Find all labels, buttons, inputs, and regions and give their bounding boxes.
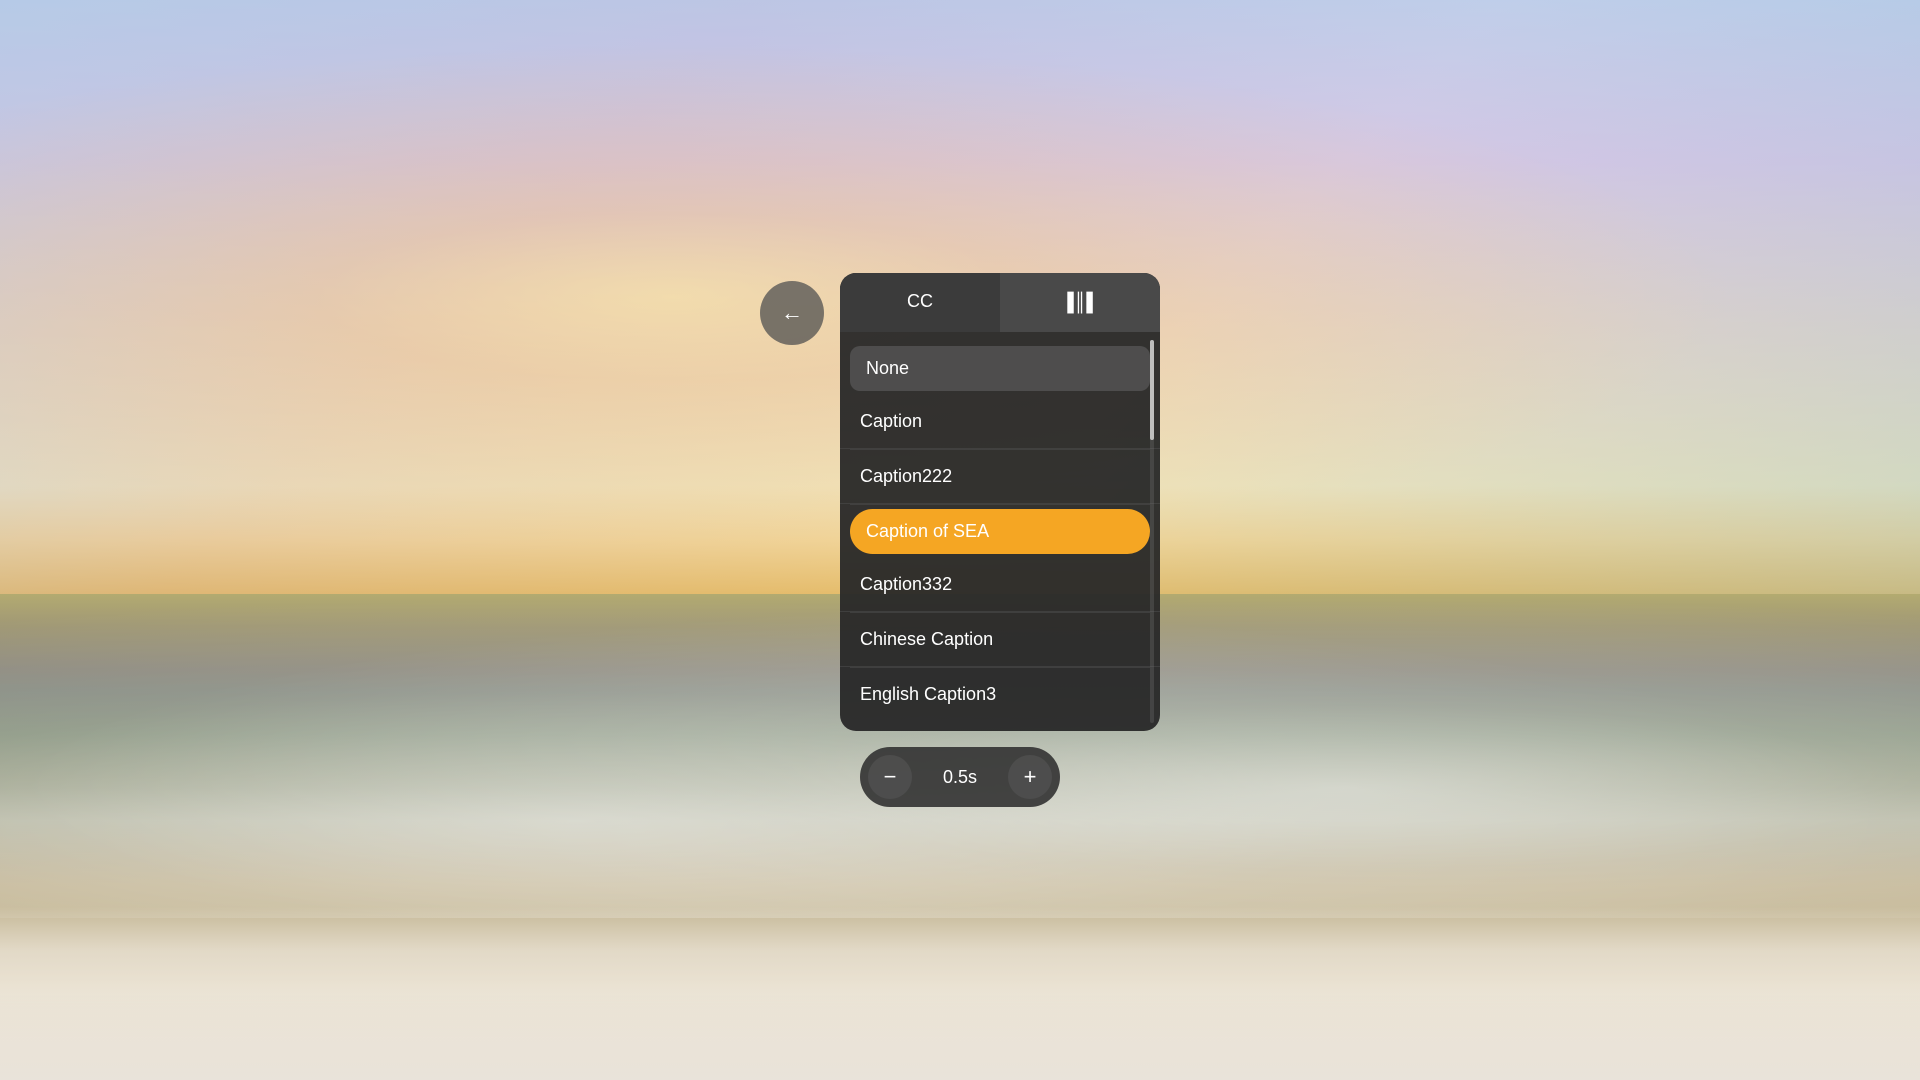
list-item-caption-of-sea[interactable]: Caption of SEA — [850, 509, 1150, 554]
timing-control: − 0.5s + — [860, 747, 1060, 807]
back-button[interactable]: ← — [760, 281, 824, 345]
caption-of-sea-label: Caption of SEA — [866, 521, 989, 542]
list-container: None Caption Caption222 Caption of SEA — [840, 332, 1160, 731]
back-arrow-icon: ← — [781, 302, 803, 324]
chinese-caption-label: Chinese Caption — [860, 629, 993, 650]
list-item-none[interactable]: None — [850, 346, 1150, 391]
timing-value: 0.5s — [912, 767, 1008, 788]
none-label: None — [866, 358, 909, 379]
back-row: ← CC ▐║▌ None Caption — [760, 273, 1160, 731]
caption-panel: CC ▐║▌ None Caption — [840, 273, 1160, 731]
timing-minus-button[interactable]: − — [868, 755, 912, 799]
english-caption3-label: English Caption3 — [860, 684, 996, 705]
caption-label: Caption — [860, 411, 922, 432]
audio-levels-icon: ▐║▌ — [1061, 292, 1099, 312]
list-item-caption[interactable]: Caption — [840, 395, 1160, 449]
caption222-label: Caption222 — [860, 466, 952, 487]
list-item-caption332[interactable]: Caption332 — [840, 558, 1160, 612]
list-item-caption222[interactable]: Caption222 — [840, 450, 1160, 504]
minus-icon: − — [884, 764, 897, 790]
tab-cc[interactable]: CC — [840, 273, 1000, 332]
tab-audio[interactable]: ▐║▌ — [1000, 273, 1160, 332]
separator-2 — [850, 504, 1150, 505]
plus-icon: + — [1024, 764, 1037, 790]
tab-bar: CC ▐║▌ — [840, 273, 1160, 332]
timing-plus-button[interactable]: + — [1008, 755, 1052, 799]
caption-list[interactable]: None Caption Caption222 Caption of SEA — [840, 342, 1160, 721]
ui-container: ← CC ▐║▌ None Caption — [760, 273, 1160, 807]
scrollbar-track — [1150, 340, 1154, 723]
list-item-english-caption3[interactable]: English Caption3 — [840, 668, 1160, 721]
caption332-label: Caption332 — [860, 574, 952, 595]
list-item-chinese-caption[interactable]: Chinese Caption — [840, 613, 1160, 667]
scrollbar-thumb[interactable] — [1150, 340, 1154, 440]
